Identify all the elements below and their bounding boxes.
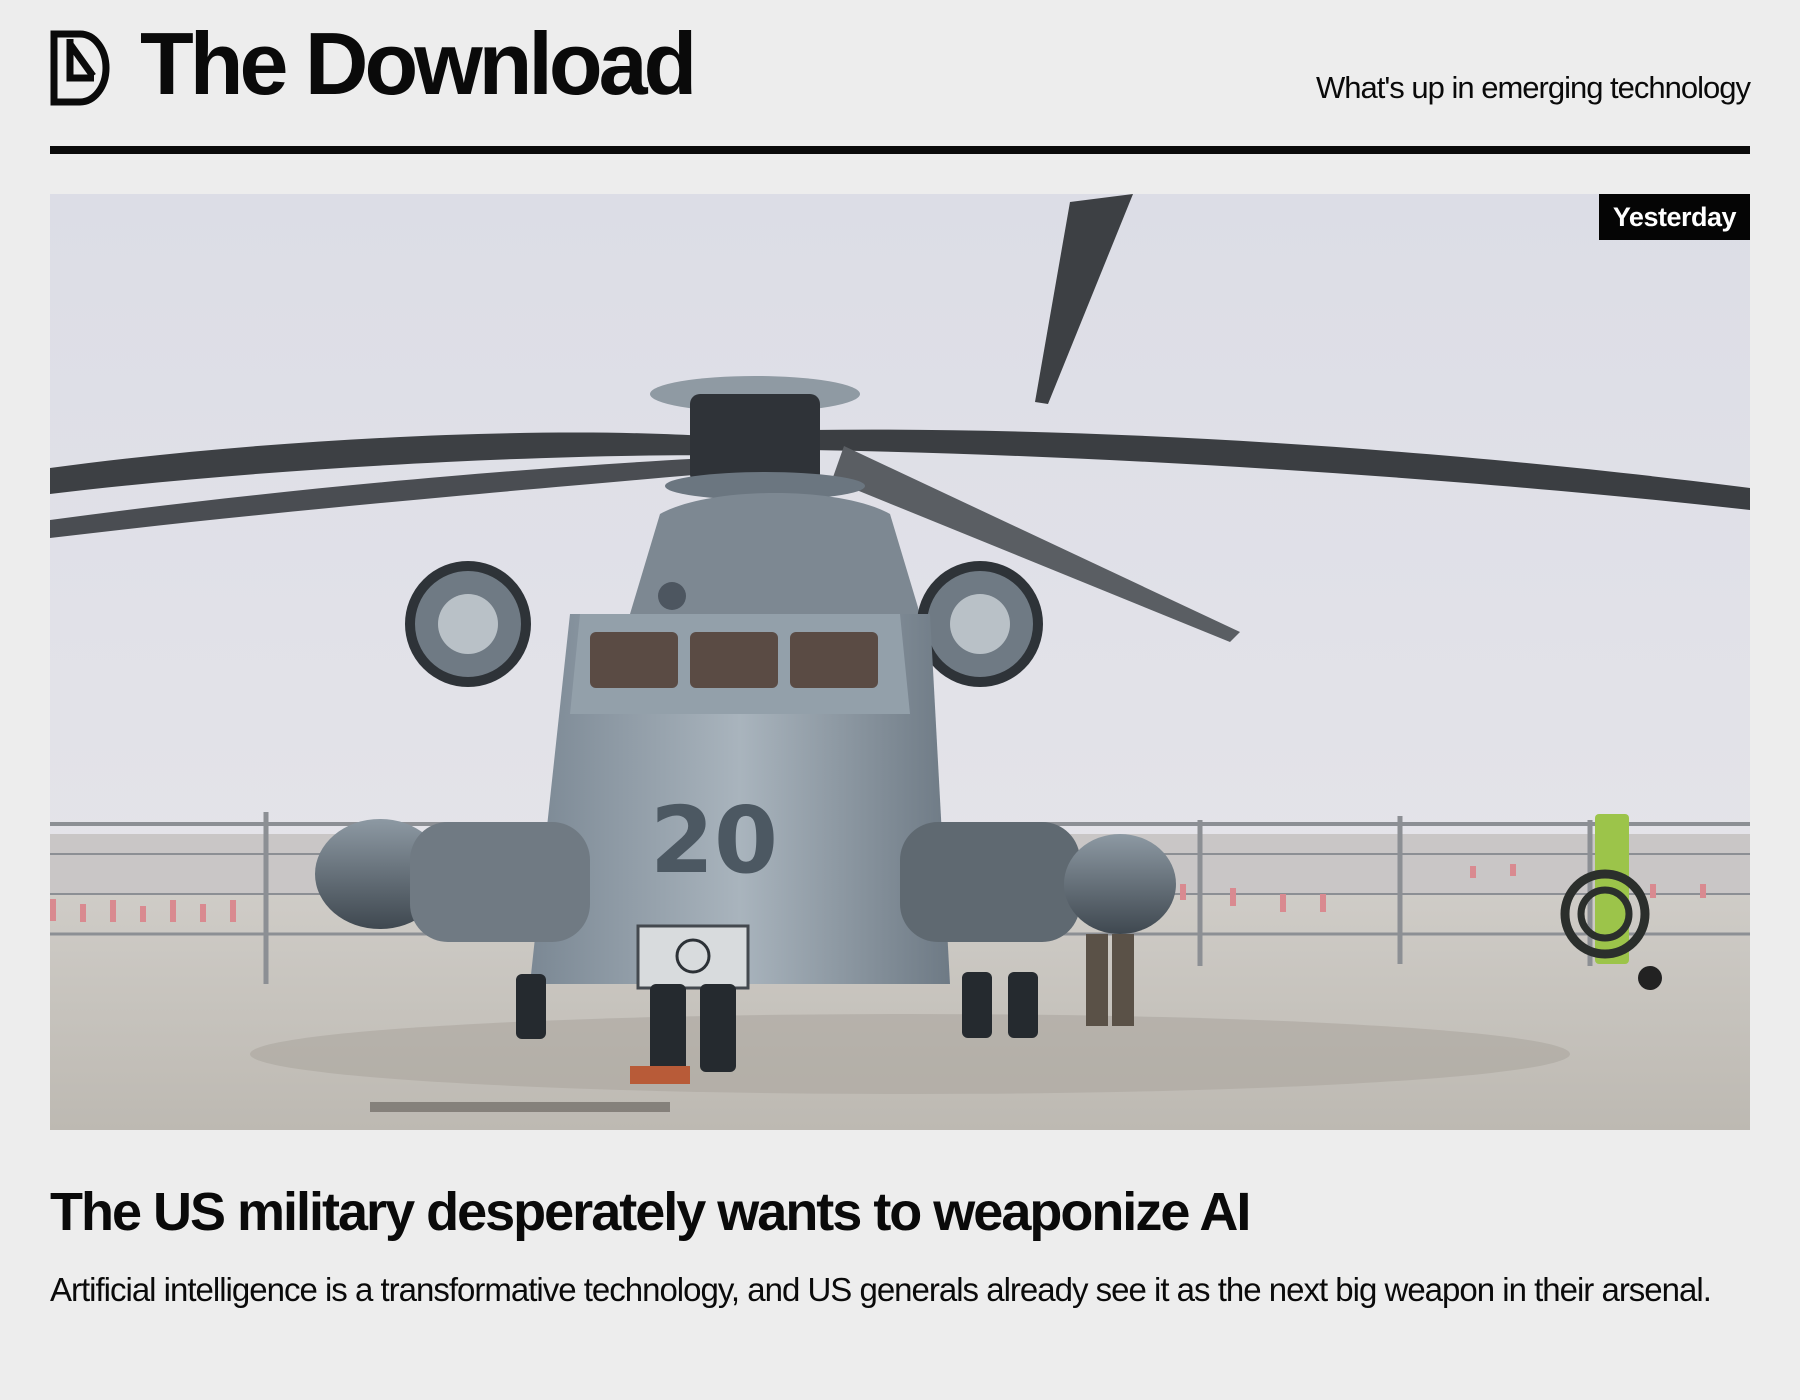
date-badge: Yesterday <box>1598 194 1750 240</box>
download-monogram-icon <box>50 30 110 106</box>
helicopter-shadow <box>250 1014 1570 1094</box>
masthead: The Download What's up in emerging techn… <box>50 0 1751 155</box>
article-summary: Artificial intelligence is a transformat… <box>50 1271 1712 1308</box>
newsletter-title[interactable]: The Download <box>140 14 697 114</box>
helicopter-illustration: 20 <box>50 194 1750 1130</box>
article-headline[interactable]: The US military desperately wants to wea… <box>50 1175 1750 1249</box>
header-divider <box>50 146 1750 154</box>
drain-grate <box>370 1102 670 1112</box>
newsletter-card: The Download What's up in emerging techn… <box>50 0 1751 1400</box>
tail-number: 20 <box>650 787 778 894</box>
article-hero-image[interactable]: 20 Yesterday <box>50 194 1750 1130</box>
brand-logo[interactable] <box>50 30 110 106</box>
newsletter-tagline: What's up in emerging technology <box>1315 70 1751 105</box>
